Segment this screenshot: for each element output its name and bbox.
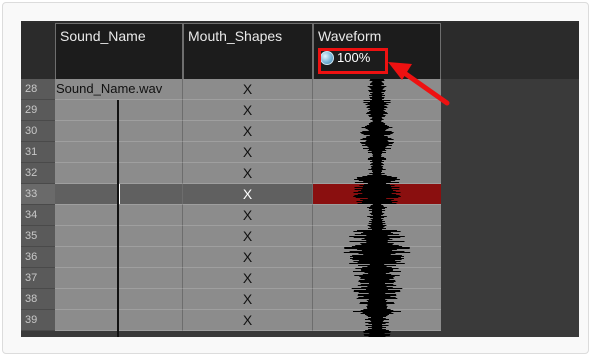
waveform-cell[interactable] xyxy=(313,121,441,142)
sound-exposure-line xyxy=(117,100,119,337)
xsheet-rows: 28 Sound_Name.wav X 29 X 30 X 31 X 32 X 33 X 34 X 35 X 36… xyxy=(21,79,579,337)
sound-name-cell[interactable] xyxy=(55,268,183,289)
frame-number: 29 xyxy=(21,100,55,121)
mouth-shape-cell[interactable]: X xyxy=(183,163,313,184)
mouth-shape-cell[interactable]: X xyxy=(183,184,313,205)
waveform-cell[interactable] xyxy=(313,205,441,226)
sound-name-cell[interactable] xyxy=(55,205,183,226)
frame-number: 36 xyxy=(21,247,55,268)
waveform-cell[interactable] xyxy=(313,226,441,247)
column-header-mouth-shapes-label: Mouth_Shapes xyxy=(188,28,283,44)
frame-number: 35 xyxy=(21,226,55,247)
table-row[interactable]: 33 X xyxy=(21,184,441,205)
sound-name-cell[interactable]: Sound_Name.wav xyxy=(55,79,183,100)
zoom-highlight-box xyxy=(318,48,388,74)
frame-number: 30 xyxy=(21,121,55,142)
waveform-cell[interactable] xyxy=(313,100,441,121)
table-row[interactable]: 29 X xyxy=(21,100,441,121)
table-row[interactable]: 36 X xyxy=(21,247,441,268)
frame-number: 32 xyxy=(21,163,55,184)
waveform-cell[interactable] xyxy=(313,184,441,205)
sheet-empty-area xyxy=(441,79,579,337)
mouth-shape-cell[interactable]: X xyxy=(183,310,313,331)
frame-number: 28 xyxy=(21,79,55,100)
waveform-cell[interactable] xyxy=(313,268,441,289)
xsheet-header: Sound_Name Mouth_Shapes Waveform 100% xyxy=(21,21,579,79)
xsheet-panel: Sound_Name Mouth_Shapes Waveform 100% 28… xyxy=(21,21,579,337)
sound-name-cell[interactable] xyxy=(55,226,183,247)
column-header-sound-name-label: Sound_Name xyxy=(60,28,146,44)
sound-name-cell[interactable] xyxy=(55,289,183,310)
table-row[interactable]: 31 X xyxy=(21,142,441,163)
table-row[interactable]: 28 Sound_Name.wav X xyxy=(21,79,441,100)
header-empty-area xyxy=(441,23,579,79)
mouth-shape-cell[interactable]: X xyxy=(183,226,313,247)
mouth-shape-cell[interactable]: X xyxy=(183,142,313,163)
sound-name-cell[interactable] xyxy=(55,247,183,268)
table-row[interactable]: 34 X xyxy=(21,205,441,226)
waveform-cell[interactable] xyxy=(313,142,441,163)
sound-name-cell-text: Sound_Name.wav xyxy=(56,81,163,96)
frame-number: 31 xyxy=(21,142,55,163)
mouth-shape-cell[interactable]: X xyxy=(183,79,313,100)
frame-number: 33 xyxy=(21,184,55,205)
table-row[interactable]: 37 X xyxy=(21,268,441,289)
header-corner xyxy=(21,23,55,79)
waveform-cell[interactable] xyxy=(313,79,441,100)
mouth-shape-cell[interactable]: X xyxy=(183,205,313,226)
column-header-mouth-shapes[interactable]: Mouth_Shapes xyxy=(183,23,313,79)
table-row[interactable]: 39 X xyxy=(21,310,441,331)
column-header-sound-name[interactable]: Sound_Name xyxy=(55,23,183,79)
sound-name-cell[interactable] xyxy=(55,142,183,163)
waveform-cell[interactable] xyxy=(313,310,441,331)
mouth-shape-cell[interactable]: X xyxy=(183,100,313,121)
mouth-shape-cell[interactable]: X xyxy=(183,247,313,268)
table-row[interactable]: 30 X xyxy=(21,121,441,142)
waveform-cell[interactable] xyxy=(313,289,441,310)
screenshot-frame: Sound_Name Mouth_Shapes Waveform 100% 28… xyxy=(2,2,589,354)
column-header-waveform-label: Waveform xyxy=(318,28,382,44)
sound-name-cell[interactable] xyxy=(55,310,183,331)
frame-number: 37 xyxy=(21,268,55,289)
frame-number: 39 xyxy=(21,310,55,331)
table-row[interactable]: 32 X xyxy=(21,163,441,184)
sound-name-cell[interactable] xyxy=(55,184,183,205)
waveform-cell[interactable] xyxy=(313,163,441,184)
waveform-cell[interactable] xyxy=(313,247,441,268)
sound-name-cell[interactable] xyxy=(55,121,183,142)
mouth-shape-cell[interactable]: X xyxy=(183,289,313,310)
table-row[interactable]: 38 X xyxy=(21,289,441,310)
frame-number: 34 xyxy=(21,205,55,226)
mouth-shape-cell[interactable]: X xyxy=(183,268,313,289)
frame-number: 38 xyxy=(21,289,55,310)
sound-name-cell[interactable] xyxy=(55,100,183,121)
table-row[interactable]: 35 X xyxy=(21,226,441,247)
sound-name-cell[interactable] xyxy=(55,163,183,184)
mouth-shape-cell[interactable]: X xyxy=(183,121,313,142)
